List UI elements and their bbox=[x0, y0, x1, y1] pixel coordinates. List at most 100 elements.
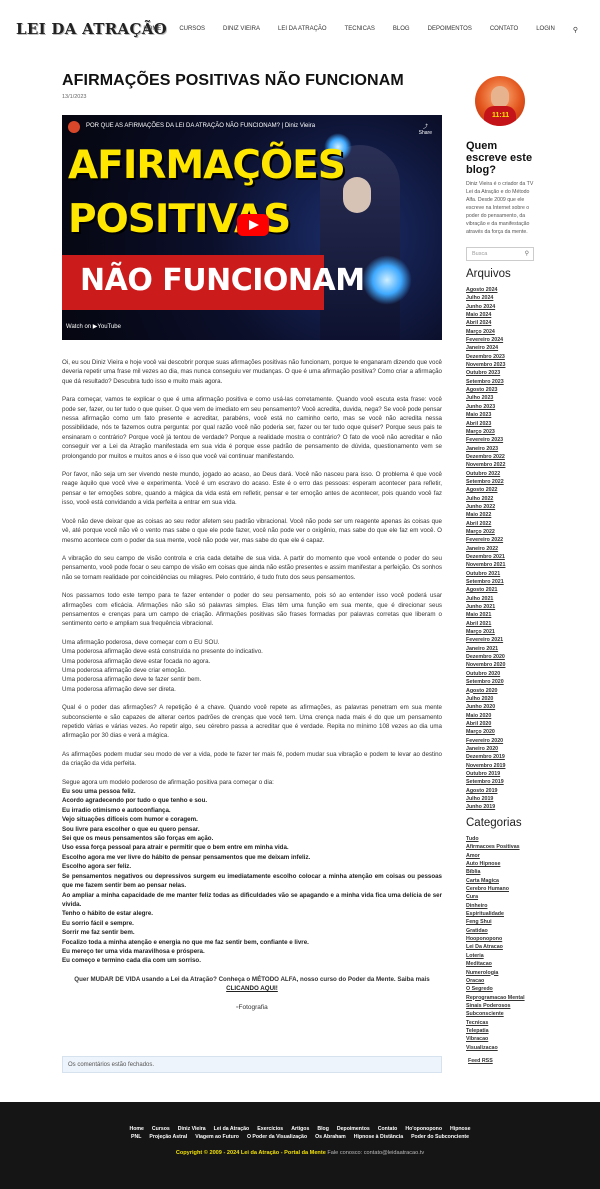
archive-link[interactable]: Abril 2020 bbox=[466, 720, 505, 728]
archive-link[interactable]: Agosto 2019 bbox=[466, 787, 505, 795]
archive-link[interactable]: Maio 2024 bbox=[466, 311, 505, 319]
category-link[interactable]: Vibracao bbox=[466, 1035, 525, 1043]
archive-link[interactable]: Novembro 2019 bbox=[466, 762, 505, 770]
category-link[interactable]: Tudo bbox=[466, 835, 525, 843]
sidebar-search-input[interactable]: Busca ⚲ bbox=[466, 247, 534, 261]
archive-link[interactable]: Agosto 2021 bbox=[466, 586, 505, 594]
archive-link[interactable]: Outubro 2020 bbox=[466, 670, 505, 678]
rss-feed-link[interactable]: Feed RSS bbox=[468, 1058, 493, 1064]
archive-link[interactable]: Julho 2019 bbox=[466, 795, 505, 803]
category-link[interactable]: Dinheiro bbox=[466, 902, 525, 910]
footer-link[interactable]: Hipnose à Distância bbox=[354, 1134, 403, 1140]
nav-lei-da-atracao[interactable]: LEI DA ATRAÇÃO bbox=[278, 26, 327, 34]
category-link[interactable]: Reprogramacao Mental bbox=[466, 994, 525, 1002]
footer-link[interactable]: Poder do Subconciente bbox=[411, 1134, 469, 1140]
archive-link[interactable]: Agosto 2023 bbox=[466, 386, 505, 394]
footer-link[interactable]: Projeção Astral bbox=[149, 1134, 187, 1140]
nav-login[interactable]: LOGIN bbox=[536, 26, 555, 34]
footer-link[interactable]: O Poder da Visualização bbox=[247, 1134, 307, 1140]
archive-link[interactable]: Setembro 2023 bbox=[466, 378, 505, 386]
nav-home[interactable]: Home bbox=[143, 26, 161, 34]
channel-avatar[interactable] bbox=[68, 121, 80, 133]
archive-link[interactable]: Fevereiro 2023 bbox=[466, 436, 505, 444]
archive-link[interactable]: Julho 2021 bbox=[466, 595, 505, 603]
video-title[interactable]: POR QUE AS AFIRMAÇÕES DA LEI DA ATRAÇÃO … bbox=[86, 123, 315, 129]
category-link[interactable]: O Segredo bbox=[466, 985, 525, 993]
category-link[interactable]: Visualizacao bbox=[466, 1044, 525, 1052]
archive-link[interactable]: Maio 2021 bbox=[466, 611, 505, 619]
category-link[interactable]: Subconsciente bbox=[466, 1010, 525, 1018]
category-link[interactable]: Lei Da Atracao bbox=[466, 943, 525, 951]
archive-link[interactable]: Setembro 2022 bbox=[466, 478, 505, 486]
archive-link[interactable]: Agosto 2022 bbox=[466, 486, 505, 494]
archive-link[interactable]: Março 2023 bbox=[466, 428, 505, 436]
archive-link[interactable]: Outubro 2022 bbox=[466, 470, 505, 478]
archive-link[interactable]: Maio 2022 bbox=[466, 511, 505, 519]
category-link[interactable]: Feng Shui bbox=[466, 918, 525, 926]
category-link[interactable]: Espiritualidade bbox=[466, 910, 525, 918]
play-button[interactable] bbox=[237, 214, 269, 236]
category-link[interactable]: Amor bbox=[466, 852, 525, 860]
archive-link[interactable]: Abril 2024 bbox=[466, 319, 505, 327]
footer-link[interactable]: Depoimentos bbox=[337, 1126, 370, 1132]
archive-link[interactable]: Junho 2021 bbox=[466, 603, 505, 611]
archive-link[interactable]: Fevereiro 2022 bbox=[466, 536, 505, 544]
archive-link[interactable]: Janeiro 2024 bbox=[466, 344, 505, 352]
video-embed[interactable]: POR QUE AS AFIRMAÇÕES DA LEI DA ATRAÇÃO … bbox=[62, 115, 442, 340]
archive-link[interactable]: Fevereiro 2024 bbox=[466, 336, 505, 344]
archive-link[interactable]: Março 2021 bbox=[466, 628, 505, 636]
archive-link[interactable]: Dezembro 2022 bbox=[466, 453, 505, 461]
footer-link[interactable]: Viagem ao Futuro bbox=[195, 1134, 239, 1140]
nav-blog[interactable]: BLOG bbox=[393, 26, 410, 34]
archive-link[interactable]: Janeiro 2023 bbox=[466, 445, 505, 453]
archive-link[interactable]: Março 2020 bbox=[466, 728, 505, 736]
archive-link[interactable]: Novembro 2023 bbox=[466, 361, 505, 369]
footer-link[interactable]: Cursos bbox=[152, 1126, 170, 1132]
archive-link[interactable]: Junho 2023 bbox=[466, 403, 505, 411]
cta-link[interactable]: CLICANDO AQUI! bbox=[226, 985, 278, 992]
archive-link[interactable]: Fevereiro 2020 bbox=[466, 737, 505, 745]
footer-link[interactable]: Home bbox=[130, 1126, 144, 1132]
archive-link[interactable]: Abril 2023 bbox=[466, 420, 505, 428]
archive-link[interactable]: Março 2022 bbox=[466, 528, 505, 536]
archive-link[interactable]: Junho 2022 bbox=[466, 503, 505, 511]
category-link[interactable]: Loteria bbox=[466, 952, 525, 960]
archive-link[interactable]: Junho 2019 bbox=[466, 803, 505, 811]
category-link[interactable]: Numerologia bbox=[466, 969, 525, 977]
footer-link[interactable]: Lei da Atração bbox=[214, 1126, 250, 1132]
archive-link[interactable]: Setembro 2020 bbox=[466, 678, 505, 686]
footer-link[interactable]: Blog bbox=[317, 1126, 329, 1132]
archive-link[interactable]: Outubro 2023 bbox=[466, 369, 505, 377]
archive-link[interactable]: Novembro 2022 bbox=[466, 461, 505, 469]
category-link[interactable]: Gratidao bbox=[466, 927, 525, 935]
category-link[interactable]: Carta Magica bbox=[466, 877, 525, 885]
archive-link[interactable]: Dezembro 2023 bbox=[466, 353, 505, 361]
category-link[interactable]: Telepatia bbox=[466, 1027, 525, 1035]
footer-link[interactable]: Exercícios bbox=[257, 1126, 283, 1132]
archive-link[interactable]: Julho 2024 bbox=[466, 294, 505, 302]
category-link[interactable]: Sinais Poderosos bbox=[466, 1002, 525, 1010]
footer-link[interactable]: Contato bbox=[378, 1126, 398, 1132]
search-icon[interactable]: ⚲ bbox=[573, 26, 578, 34]
archive-link[interactable]: Outubro 2019 bbox=[466, 770, 505, 778]
footer-link[interactable]: Diniz Vieira bbox=[178, 1126, 206, 1132]
archive-link[interactable]: Dezembro 2020 bbox=[466, 653, 505, 661]
contact-email[interactable]: Fale conosco: contato@leidaatracao.tv bbox=[326, 1150, 424, 1156]
archive-link[interactable]: Setembro 2021 bbox=[466, 578, 505, 586]
category-link[interactable]: Afirmacoes Positivas bbox=[466, 843, 525, 851]
footer-link[interactable]: Hipnose bbox=[450, 1126, 470, 1132]
category-link[interactable]: Auto Hipnose bbox=[466, 860, 525, 868]
nav-cursos[interactable]: CURSOS bbox=[179, 26, 205, 34]
archive-link[interactable]: Novembro 2021 bbox=[466, 561, 505, 569]
category-link[interactable]: Oracao bbox=[466, 977, 525, 985]
category-link[interactable]: Cerebro Humano bbox=[466, 885, 525, 893]
archive-link[interactable]: Maio 2020 bbox=[466, 712, 505, 720]
search-icon[interactable]: ⚲ bbox=[525, 248, 529, 260]
nav-depoimentos[interactable]: DEPOIMENTOS bbox=[428, 26, 472, 34]
category-link[interactable]: Meditacao bbox=[466, 960, 525, 968]
archive-link[interactable]: Julho 2023 bbox=[466, 394, 505, 402]
footer-link[interactable]: Os Abraham bbox=[315, 1134, 346, 1140]
nav-diniz-vieira[interactable]: DINIZ VIEIRA bbox=[223, 26, 260, 34]
archive-link[interactable]: Janeiro 2022 bbox=[466, 545, 505, 553]
footer-link[interactable]: Ho'oponopono bbox=[405, 1126, 442, 1132]
